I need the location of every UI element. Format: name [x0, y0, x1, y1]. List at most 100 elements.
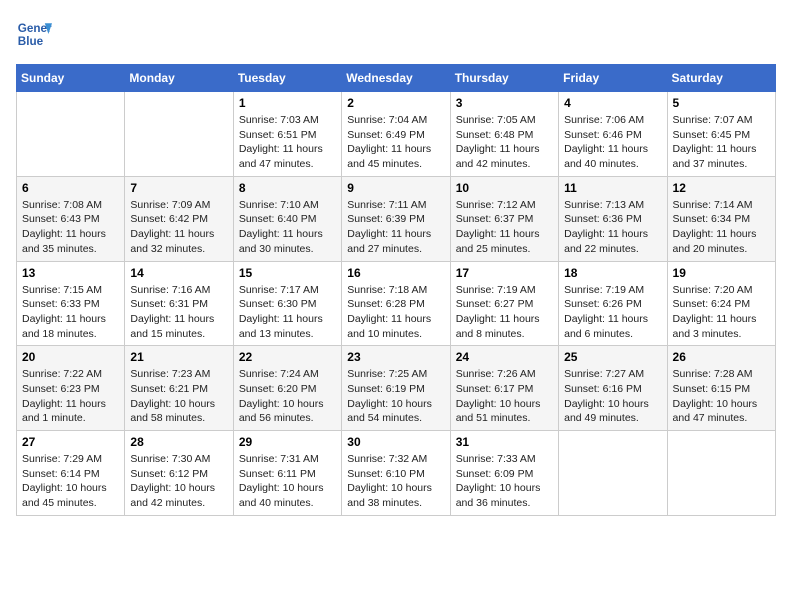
day-info: Sunrise: 7:31 AM Sunset: 6:11 PM Dayligh… [239, 452, 336, 511]
calendar-cell: 11 Sunrise: 7:13 AM Sunset: 6:36 PM Dayli… [559, 176, 667, 261]
calendar-cell: 16 Sunrise: 7:18 AM Sunset: 6:28 PM Dayli… [342, 261, 450, 346]
calendar-cell [559, 431, 667, 516]
calendar-cell: 14 Sunrise: 7:16 AM Sunset: 6:31 PM Dayli… [125, 261, 233, 346]
svg-text:Blue: Blue [18, 35, 44, 48]
day-number: 10 [456, 181, 553, 195]
day-info: Sunrise: 7:30 AM Sunset: 6:12 PM Dayligh… [130, 452, 227, 511]
calendar-cell: 19Sunrise: 7:20 AM Sunset: 6:24 PM Dayli… [667, 261, 775, 346]
calendar-cell: 15 Sunrise: 7:17 AM Sunset: 6:30 PM Dayli… [233, 261, 341, 346]
day-info: Sunrise: 7:13 AM Sunset: 6:36 PM Dayligh… [564, 198, 661, 257]
day-number: 17 [456, 266, 553, 280]
day-number: 29 [239, 435, 336, 449]
day-number: 8 [239, 181, 336, 195]
calendar-cell [17, 92, 125, 177]
calendar-header-thursday: Thursday [450, 65, 558, 92]
day-info: Sunrise: 7:17 AM Sunset: 6:30 PM Dayligh… [239, 283, 336, 342]
day-number: 12 [673, 181, 770, 195]
day-number: 13 [22, 266, 119, 280]
day-number: 6 [22, 181, 119, 195]
calendar: SundayMondayTuesdayWednesdayThursdayFrid… [16, 64, 776, 516]
calendar-header-saturday: Saturday [667, 65, 775, 92]
day-info: Sunrise: 7:04 AM Sunset: 6:49 PM Dayligh… [347, 113, 444, 172]
calendar-week-4: 27 Sunrise: 7:29 AM Sunset: 6:14 PM Dayli… [17, 431, 776, 516]
day-number: 4 [564, 96, 661, 110]
day-number: 14 [130, 266, 227, 280]
day-number: 30 [347, 435, 444, 449]
calendar-cell [125, 92, 233, 177]
day-number: 23 [347, 350, 444, 364]
calendar-week-1: 6 Sunrise: 7:08 AM Sunset: 6:43 PM Daylig… [17, 176, 776, 261]
day-number: 2 [347, 96, 444, 110]
day-info: Sunrise: 7:14 AM Sunset: 6:34 PM Dayligh… [673, 198, 770, 257]
calendar-cell: 18Sunrise: 7:19 AM Sunset: 6:26 PM Dayli… [559, 261, 667, 346]
calendar-cell: 21 Sunrise: 7:23 AM Sunset: 6:21 PM Dayli… [125, 346, 233, 431]
day-info: Sunrise: 7:03 AM Sunset: 6:51 PM Dayligh… [239, 113, 336, 172]
day-info: Sunrise: 7:28 AM Sunset: 6:15 PM Dayligh… [673, 367, 770, 426]
day-number: 9 [347, 181, 444, 195]
calendar-cell: 24 Sunrise: 7:26 AM Sunset: 6:17 PM Dayli… [450, 346, 558, 431]
header: General Blue [16, 16, 776, 52]
day-number: 26 [673, 350, 770, 364]
calendar-cell: 20 Sunrise: 7:22 AM Sunset: 6:23 PM Dayli… [17, 346, 125, 431]
day-info: Sunrise: 7:08 AM Sunset: 6:43 PM Dayligh… [22, 198, 119, 257]
calendar-cell: 31 Sunrise: 7:33 AM Sunset: 6:09 PM Dayli… [450, 431, 558, 516]
calendar-cell: 13 Sunrise: 7:15 AM Sunset: 6:33 PM Dayli… [17, 261, 125, 346]
day-number: 20 [22, 350, 119, 364]
day-info: Sunrise: 7:18 AM Sunset: 6:28 PM Dayligh… [347, 283, 444, 342]
day-number: 24 [456, 350, 553, 364]
calendar-cell: 2 Sunrise: 7:04 AM Sunset: 6:49 PM Daylig… [342, 92, 450, 177]
calendar-cell: 1 Sunrise: 7:03 AM Sunset: 6:51 PM Daylig… [233, 92, 341, 177]
day-info: Sunrise: 7:11 AM Sunset: 6:39 PM Dayligh… [347, 198, 444, 257]
day-info: Sunrise: 7:16 AM Sunset: 6:31 PM Dayligh… [130, 283, 227, 342]
day-info: Sunrise: 7:15 AM Sunset: 6:33 PM Dayligh… [22, 283, 119, 342]
day-info: Sunrise: 7:10 AM Sunset: 6:40 PM Dayligh… [239, 198, 336, 257]
day-number: 1 [239, 96, 336, 110]
calendar-cell: 9 Sunrise: 7:11 AM Sunset: 6:39 PM Daylig… [342, 176, 450, 261]
calendar-week-2: 13 Sunrise: 7:15 AM Sunset: 6:33 PM Dayli… [17, 261, 776, 346]
day-number: 28 [130, 435, 227, 449]
calendar-cell: 8 Sunrise: 7:10 AM Sunset: 6:40 PM Daylig… [233, 176, 341, 261]
calendar-cell: 26 Sunrise: 7:28 AM Sunset: 6:15 PM Dayli… [667, 346, 775, 431]
day-info: Sunrise: 7:07 AM Sunset: 6:45 PM Dayligh… [673, 113, 770, 172]
calendar-cell: 4 Sunrise: 7:06 AM Sunset: 6:46 PM Daylig… [559, 92, 667, 177]
day-info: Sunrise: 7:23 AM Sunset: 6:21 PM Dayligh… [130, 367, 227, 426]
calendar-cell: 25 Sunrise: 7:27 AM Sunset: 6:16 PM Dayli… [559, 346, 667, 431]
calendar-cell: 30 Sunrise: 7:32 AM Sunset: 6:10 PM Dayli… [342, 431, 450, 516]
calendar-cell: 5 Sunrise: 7:07 AM Sunset: 6:45 PM Daylig… [667, 92, 775, 177]
day-info: Sunrise: 7:22 AM Sunset: 6:23 PM Dayligh… [22, 367, 119, 426]
calendar-header-wednesday: Wednesday [342, 65, 450, 92]
calendar-header-sunday: Sunday [17, 65, 125, 92]
day-number: 21 [130, 350, 227, 364]
day-number: 11 [564, 181, 661, 195]
day-info: Sunrise: 7:29 AM Sunset: 6:14 PM Dayligh… [22, 452, 119, 511]
day-info: Sunrise: 7:33 AM Sunset: 6:09 PM Dayligh… [456, 452, 553, 511]
day-number: 5 [673, 96, 770, 110]
calendar-cell: 3Sunrise: 7:05 AM Sunset: 6:48 PM Daylig… [450, 92, 558, 177]
day-info: Sunrise: 7:06 AM Sunset: 6:46 PM Dayligh… [564, 113, 661, 172]
day-number: 16 [347, 266, 444, 280]
calendar-header-monday: Monday [125, 65, 233, 92]
calendar-cell: 12 Sunrise: 7:14 AM Sunset: 6:34 PM Dayli… [667, 176, 775, 261]
day-info: Sunrise: 7:26 AM Sunset: 6:17 PM Dayligh… [456, 367, 553, 426]
calendar-cell: 17 Sunrise: 7:19 AM Sunset: 6:27 PM Dayli… [450, 261, 558, 346]
day-info: Sunrise: 7:27 AM Sunset: 6:16 PM Dayligh… [564, 367, 661, 426]
day-number: 15 [239, 266, 336, 280]
day-number: 25 [564, 350, 661, 364]
logo: General Blue [16, 16, 52, 52]
day-info: Sunrise: 7:20 AM Sunset: 6:24 PM Dayligh… [673, 283, 770, 342]
day-info: Sunrise: 7:24 AM Sunset: 6:20 PM Dayligh… [239, 367, 336, 426]
day-info: Sunrise: 7:05 AM Sunset: 6:48 PM Dayligh… [456, 113, 553, 172]
day-number: 31 [456, 435, 553, 449]
calendar-week-3: 20 Sunrise: 7:22 AM Sunset: 6:23 PM Dayli… [17, 346, 776, 431]
calendar-cell: 28 Sunrise: 7:30 AM Sunset: 6:12 PM Dayli… [125, 431, 233, 516]
calendar-cell: 29 Sunrise: 7:31 AM Sunset: 6:11 PM Dayli… [233, 431, 341, 516]
day-info: Sunrise: 7:12 AM Sunset: 6:37 PM Dayligh… [456, 198, 553, 257]
day-number: 27 [22, 435, 119, 449]
day-info: Sunrise: 7:09 AM Sunset: 6:42 PM Dayligh… [130, 198, 227, 257]
day-info: Sunrise: 7:32 AM Sunset: 6:10 PM Dayligh… [347, 452, 444, 511]
calendar-header-row: SundayMondayTuesdayWednesdayThursdayFrid… [17, 65, 776, 92]
day-number: 22 [239, 350, 336, 364]
day-info: Sunrise: 7:19 AM Sunset: 6:27 PM Dayligh… [456, 283, 553, 342]
calendar-cell: 6 Sunrise: 7:08 AM Sunset: 6:43 PM Daylig… [17, 176, 125, 261]
calendar-cell: 7Sunrise: 7:09 AM Sunset: 6:42 PM Daylig… [125, 176, 233, 261]
